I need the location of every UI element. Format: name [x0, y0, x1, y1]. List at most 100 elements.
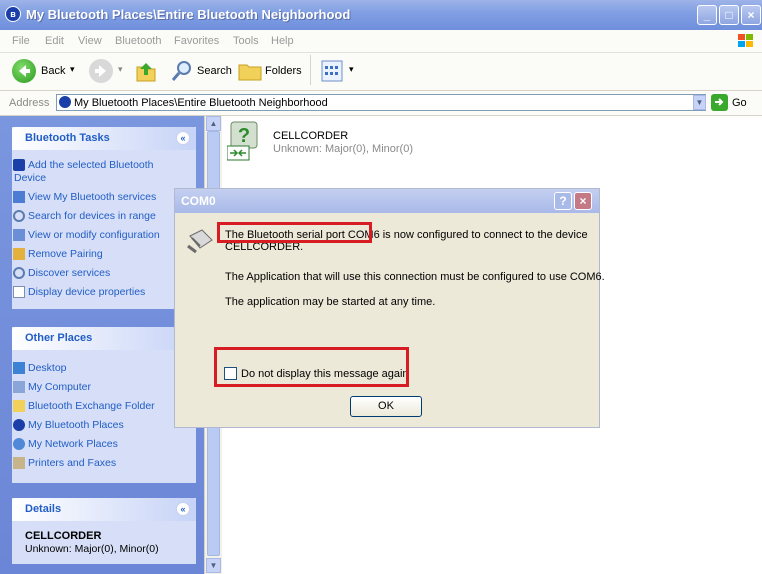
views-icon[interactable]: [321, 60, 343, 82]
folder-icon: [13, 400, 25, 412]
task-search-devices-label: Search for devices in range: [28, 210, 156, 222]
dialog-close-button[interactable]: ×: [574, 192, 592, 210]
toolbar: Back ▾ ▾ Search Folders ▾: [0, 53, 762, 91]
go-arrow-icon[interactable]: [711, 94, 728, 111]
com-port-highlight: [217, 222, 372, 243]
bluetooth-icon: [59, 96, 71, 108]
configuration-icon: [13, 229, 25, 241]
menu-help[interactable]: Help: [271, 35, 294, 47]
task-view-services[interactable]: View My Bluetooth services: [13, 191, 157, 203]
dialog-title-bar: COM0 ? ×: [175, 189, 599, 213]
place-exchange-folder-label: Bluetooth Exchange Folder: [28, 400, 155, 412]
other-places-title: Other Places: [25, 332, 93, 344]
minimize-button[interactable]: _: [697, 5, 717, 25]
task-remove-pairing[interactable]: Remove Pairing: [13, 248, 103, 260]
place-desktop[interactable]: Desktop: [13, 362, 67, 374]
go-button[interactable]: Go: [732, 97, 747, 109]
task-remove-pairing-label: Remove Pairing: [28, 248, 103, 260]
search-icon: [13, 210, 25, 222]
address-value: My Bluetooth Places\Entire Bluetooth Nei…: [74, 97, 328, 109]
device-name[interactable]: CELLCORDER: [273, 130, 348, 142]
details-panel: Details « CELLCORDER Unknown: Major(0), …: [12, 498, 196, 564]
device-class: Unknown: Major(0), Minor(0): [273, 143, 413, 155]
checkbox-highlight: [214, 347, 409, 387]
maximize-button[interactable]: □: [719, 5, 739, 25]
computer-icon: [13, 381, 25, 393]
place-network-places[interactable]: My Network Places: [13, 438, 118, 450]
menu-bluetooth[interactable]: Bluetooth: [115, 35, 161, 47]
menu-tools[interactable]: Tools: [233, 35, 259, 47]
bluetooth-tasks-header[interactable]: Bluetooth Tasks «: [12, 127, 196, 150]
collapse-icon[interactable]: «: [176, 502, 190, 516]
place-bluetooth-places[interactable]: My Bluetooth Places: [13, 419, 124, 431]
place-exchange-folder[interactable]: Bluetooth Exchange Folder: [13, 400, 155, 412]
back-arrow-icon: [12, 59, 36, 83]
place-desktop-label: Desktop: [28, 362, 67, 374]
task-discover-services[interactable]: Discover services: [13, 267, 111, 279]
computer-icon: [13, 191, 25, 203]
menu-edit[interactable]: Edit: [45, 35, 64, 47]
address-dropdown-icon[interactable]: ▼: [693, 95, 706, 110]
properties-icon: [13, 286, 25, 298]
ok-button[interactable]: OK: [350, 396, 422, 417]
address-bar: Address My Bluetooth Places\Entire Bluet…: [0, 91, 762, 116]
search-label: Search: [197, 65, 232, 77]
scroll-down-icon[interactable]: ▼: [206, 558, 221, 573]
task-modify-config[interactable]: View or modify configuration: [13, 229, 160, 241]
place-network-places-label: My Network Places: [28, 438, 118, 450]
details-header[interactable]: Details «: [12, 498, 196, 521]
other-places-panel: Other Places Desktop My Computer Bluetoo…: [12, 327, 196, 483]
unknown-device-icon[interactable]: ?: [227, 120, 263, 162]
details-device-name: CELLCORDER: [25, 530, 102, 542]
help-button[interactable]: ?: [554, 192, 572, 210]
search-icon: [13, 267, 25, 279]
window-title: My Bluetooth Places\Entire Bluetooth Nei…: [26, 7, 351, 22]
place-printers-label: Printers and Faxes: [28, 457, 117, 469]
task-device-properties[interactable]: Display device properties: [13, 286, 146, 298]
bluetooth-tasks-title: Bluetooth Tasks: [25, 132, 110, 144]
place-printers[interactable]: Printers and Faxes: [13, 457, 117, 469]
dialog-message-line3: The application may be started at any ti…: [225, 296, 436, 308]
dialog-title: COM0: [181, 194, 216, 208]
views-dropdown-icon[interactable]: ▾: [349, 64, 354, 75]
svg-text:?: ?: [238, 125, 250, 147]
place-bluetooth-places-label: My Bluetooth Places: [28, 419, 124, 431]
task-search-devices[interactable]: Search for devices in range: [13, 210, 156, 222]
menu-view[interactable]: View: [78, 35, 102, 47]
forward-dropdown-icon[interactable]: ▾: [118, 64, 123, 75]
task-add-device[interactable]: Add the selected Bluetooth: [13, 159, 154, 171]
network-icon: [13, 438, 25, 450]
dialog-message-line2: The Application that will use this conne…: [225, 271, 605, 283]
close-button[interactable]: ×: [741, 5, 761, 25]
back-label: Back: [41, 65, 66, 77]
remove-pairing-icon: [13, 248, 25, 260]
task-discover-services-label: Discover services: [28, 267, 111, 279]
collapse-icon[interactable]: «: [176, 131, 190, 145]
windows-logo-icon: [738, 34, 753, 47]
address-label: Address: [9, 97, 50, 109]
place-my-computer-label: My Computer: [28, 381, 92, 393]
title-bar: ʙ My Bluetooth Places\Entire Bluetooth N…: [0, 0, 762, 30]
bluetooth-device-icon: [13, 159, 25, 171]
bluetooth-icon: [13, 419, 25, 431]
serial-port-icon: [187, 229, 213, 254]
task-add-device-label: Add the selected Bluetooth: [28, 159, 154, 171]
task-modify-config-label: View or modify configuration: [28, 229, 160, 241]
place-my-computer[interactable]: My Computer: [13, 381, 92, 393]
printer-icon: [13, 457, 25, 469]
back-dropdown-icon[interactable]: ▾: [70, 64, 75, 75]
search-icon: [171, 61, 191, 81]
other-places-header[interactable]: Other Places: [12, 327, 196, 350]
details-device-info: Unknown: Major(0), Minor(0): [25, 543, 159, 555]
menu-favorites[interactable]: Favorites: [174, 35, 219, 47]
task-view-services-label: View My Bluetooth services: [28, 191, 157, 203]
forward-button[interactable]: [89, 59, 113, 83]
task-add-device-line2[interactable]: Device: [14, 172, 46, 184]
menu-file[interactable]: File: [12, 35, 30, 47]
toolbar-divider: [310, 55, 311, 85]
bluetooth-icon: ʙ: [5, 6, 21, 22]
task-device-properties-label: Display device properties: [28, 286, 146, 298]
up-folder-icon[interactable]: [135, 59, 157, 83]
desktop-icon: [13, 362, 25, 374]
scroll-up-icon[interactable]: ▲: [206, 116, 221, 131]
